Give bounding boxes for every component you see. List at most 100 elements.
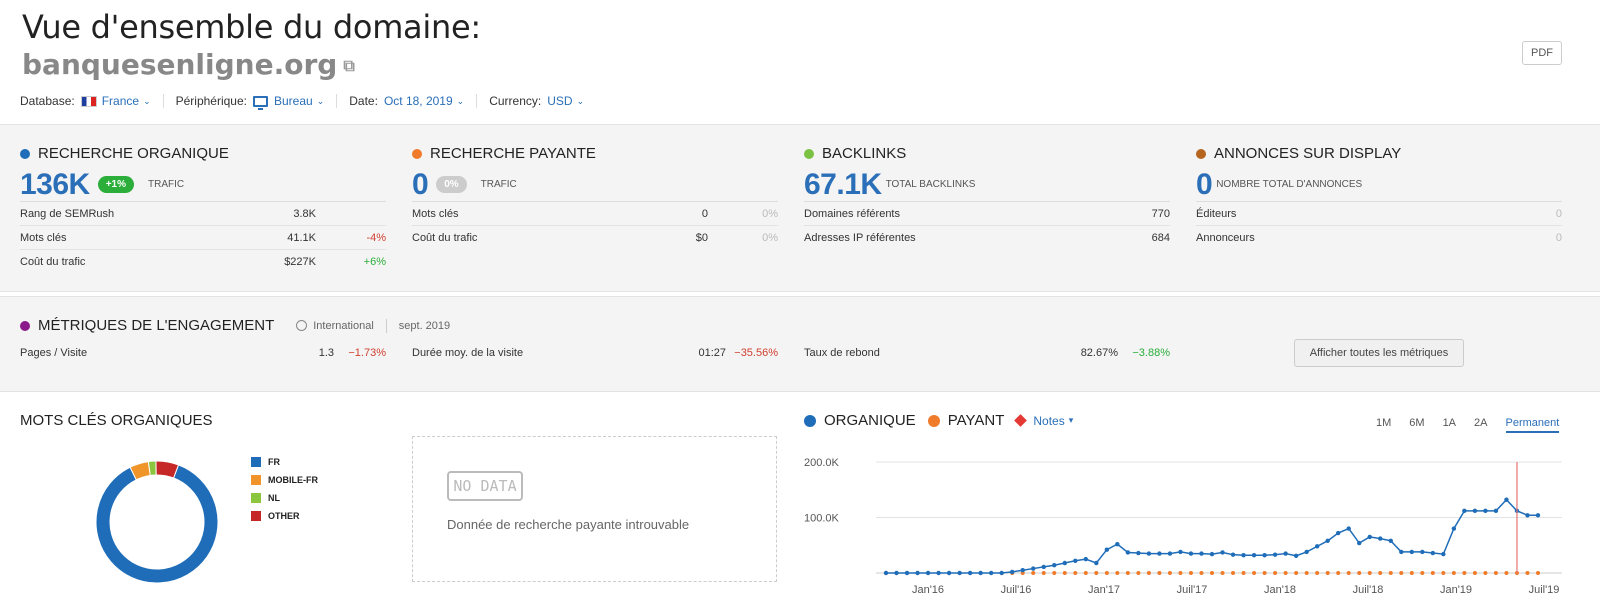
organic-point bbox=[1020, 568, 1025, 573]
organic-point bbox=[988, 570, 994, 576]
row-label: Mots clés bbox=[412, 207, 459, 220]
row-value[interactable]: $0 bbox=[648, 232, 708, 244]
backlinks-card-title[interactable]: BACKLINKS bbox=[804, 145, 1170, 162]
organic-point bbox=[1241, 553, 1246, 558]
paid-point bbox=[1136, 571, 1141, 575]
organic-point bbox=[1493, 508, 1499, 514]
legend-label: NL bbox=[268, 493, 280, 503]
organic-title-text: RECHERCHE ORGANIQUE bbox=[38, 145, 229, 162]
database-value: France bbox=[101, 94, 140, 108]
x-tick-label: Jan'19 bbox=[1440, 584, 1472, 596]
divider bbox=[385, 318, 387, 333]
x-tick-label: Jan'18 bbox=[1264, 584, 1296, 596]
donut-slice bbox=[95, 464, 219, 584]
database-filter[interactable]: Database: France ⌄ bbox=[20, 94, 164, 108]
backlinks-total-value[interactable]: 67.1K bbox=[804, 168, 882, 202]
paid-point bbox=[1388, 571, 1393, 575]
show-all-metrics-button[interactable]: Afficher toutes les métriques bbox=[1294, 339, 1464, 367]
organic-point bbox=[1041, 564, 1046, 570]
legend-item[interactable]: NL bbox=[251, 489, 318, 507]
metric-label: Taux de rebond bbox=[804, 347, 880, 359]
organic-point bbox=[1420, 549, 1425, 555]
currency-filter[interactable]: Currency: USD ⌄ bbox=[489, 94, 596, 108]
engagement-header: MÉTRIQUES DE L'ENGAGEMENT International … bbox=[20, 317, 450, 334]
legend-item[interactable]: MOBILE-FR bbox=[251, 471, 318, 489]
paid-card: RECHERCHE PAYANTE 0 0% TRAFIC Mots clés … bbox=[412, 145, 778, 250]
paid-point bbox=[1094, 571, 1099, 575]
paid-card-title[interactable]: RECHERCHE PAYANTE bbox=[412, 145, 778, 162]
row-value[interactable]: 770 bbox=[1110, 208, 1170, 220]
organic-traffic-value[interactable]: 136K bbox=[20, 168, 90, 202]
paid-point bbox=[1472, 571, 1477, 575]
period-2a[interactable]: 2A bbox=[1474, 417, 1487, 433]
organic-keywords-donut[interactable] bbox=[92, 452, 222, 592]
period-1a[interactable]: 1A bbox=[1443, 417, 1456, 433]
row-value[interactable]: $227K bbox=[256, 256, 316, 268]
no-data-message: Donnée de recherche payante introuvable bbox=[447, 517, 690, 532]
chevron-down-icon: ⌄ bbox=[456, 95, 465, 106]
no-data-badge: NO DATA bbox=[447, 471, 523, 501]
table-row: Éditeurs 0 bbox=[1196, 202, 1562, 226]
row-value[interactable]: 41.1K bbox=[256, 232, 316, 244]
organic-point bbox=[1325, 538, 1330, 544]
trend-legend: ORGANIQUE PAYANT Notes ▾ bbox=[804, 412, 1085, 429]
engagement-metric-duration: Durée moy. de la visite 01:27 −35.56% bbox=[412, 347, 778, 359]
paid-point bbox=[1304, 571, 1309, 575]
row-value[interactable]: 0 bbox=[648, 208, 708, 220]
engagement-dot-icon bbox=[20, 320, 30, 331]
paid-point bbox=[1409, 571, 1414, 575]
trend-chart[interactable]: 200.0K 100.0K Jan'16 Juil'16 Jan'17 Juil'17 Ja… bbox=[800, 448, 1580, 608]
row-value[interactable]: 3.8K bbox=[256, 208, 316, 220]
organic-point bbox=[1094, 560, 1099, 566]
legend-item[interactable]: FR bbox=[251, 453, 318, 471]
engagement-meta: International sept. 2019 bbox=[296, 318, 450, 333]
row-value[interactable]: 684 bbox=[1110, 232, 1170, 244]
paid-point bbox=[1052, 571, 1057, 575]
paid-point bbox=[1378, 571, 1383, 575]
legend-item-organic[interactable]: ORGANIQUE bbox=[804, 412, 916, 429]
paid-point bbox=[1441, 571, 1446, 575]
organic-point bbox=[978, 570, 983, 576]
organic-point bbox=[1441, 551, 1446, 557]
organic-point bbox=[1230, 552, 1236, 557]
row-change: -4% bbox=[366, 231, 386, 244]
organic-point bbox=[1062, 560, 1067, 566]
organic-point bbox=[1251, 553, 1257, 558]
row-value[interactable]: 0 bbox=[1502, 232, 1562, 244]
organic-point bbox=[1009, 569, 1015, 575]
organic-point bbox=[925, 570, 931, 576]
organic-keywords-legend: FR MOBILE-FR NL OTHER bbox=[251, 453, 318, 525]
legend-swatch bbox=[251, 457, 261, 467]
period-6m[interactable]: 6M bbox=[1409, 417, 1424, 433]
legend-item[interactable]: OTHER bbox=[251, 507, 318, 525]
pdf-button[interactable]: PDF bbox=[1522, 41, 1562, 65]
domain-link-text[interactable]: banquesenligne.org bbox=[22, 48, 337, 81]
legend-item-paid[interactable]: PAYANT bbox=[927, 412, 1004, 429]
period-permanent[interactable]: Permanent bbox=[1505, 417, 1560, 433]
organic-point bbox=[1272, 552, 1278, 557]
x-tick-label: Juil'19 bbox=[1529, 584, 1560, 596]
date-filter[interactable]: Date: Oct 18, 2019 ⌄ bbox=[349, 94, 478, 108]
device-label: Périphérique: bbox=[175, 94, 247, 108]
organic-point bbox=[1167, 551, 1173, 556]
external-link-icon[interactable]: ⧉ bbox=[343, 56, 354, 75]
organic-point bbox=[1073, 558, 1078, 563]
chevron-down-icon: ⌄ bbox=[143, 95, 151, 106]
table-row: Rang de SEMRush 3.8K bbox=[20, 202, 386, 226]
display-dot-icon bbox=[1196, 148, 1206, 159]
display-total-value[interactable]: 0 bbox=[1196, 168, 1213, 202]
backlinks-total: 67.1K TOTAL BACKLINKS bbox=[804, 168, 1170, 202]
display-total: 0 NOMBRE TOTAL D'ANNONCES bbox=[1196, 168, 1562, 202]
metric-value: 82.67% bbox=[1080, 347, 1118, 359]
device-filter[interactable]: Périphérique: Bureau ⌄ bbox=[175, 94, 338, 110]
row-value[interactable]: 0 bbox=[1502, 208, 1562, 220]
period-1m[interactable]: 1M bbox=[1376, 417, 1391, 433]
legend-item-notes[interactable]: Notes ▾ bbox=[1014, 414, 1073, 428]
paid-point bbox=[1199, 571, 1204, 575]
paid-traffic-value[interactable]: 0 bbox=[412, 168, 429, 202]
display-card-title[interactable]: ANNONCES SUR DISPLAY bbox=[1196, 145, 1562, 162]
domain-name: banquesenligne.org ⧉ bbox=[22, 48, 355, 81]
paid-point bbox=[1430, 571, 1435, 575]
organic-card-title[interactable]: RECHERCHE ORGANIQUE bbox=[20, 145, 386, 162]
currency-value: USD bbox=[547, 94, 573, 108]
